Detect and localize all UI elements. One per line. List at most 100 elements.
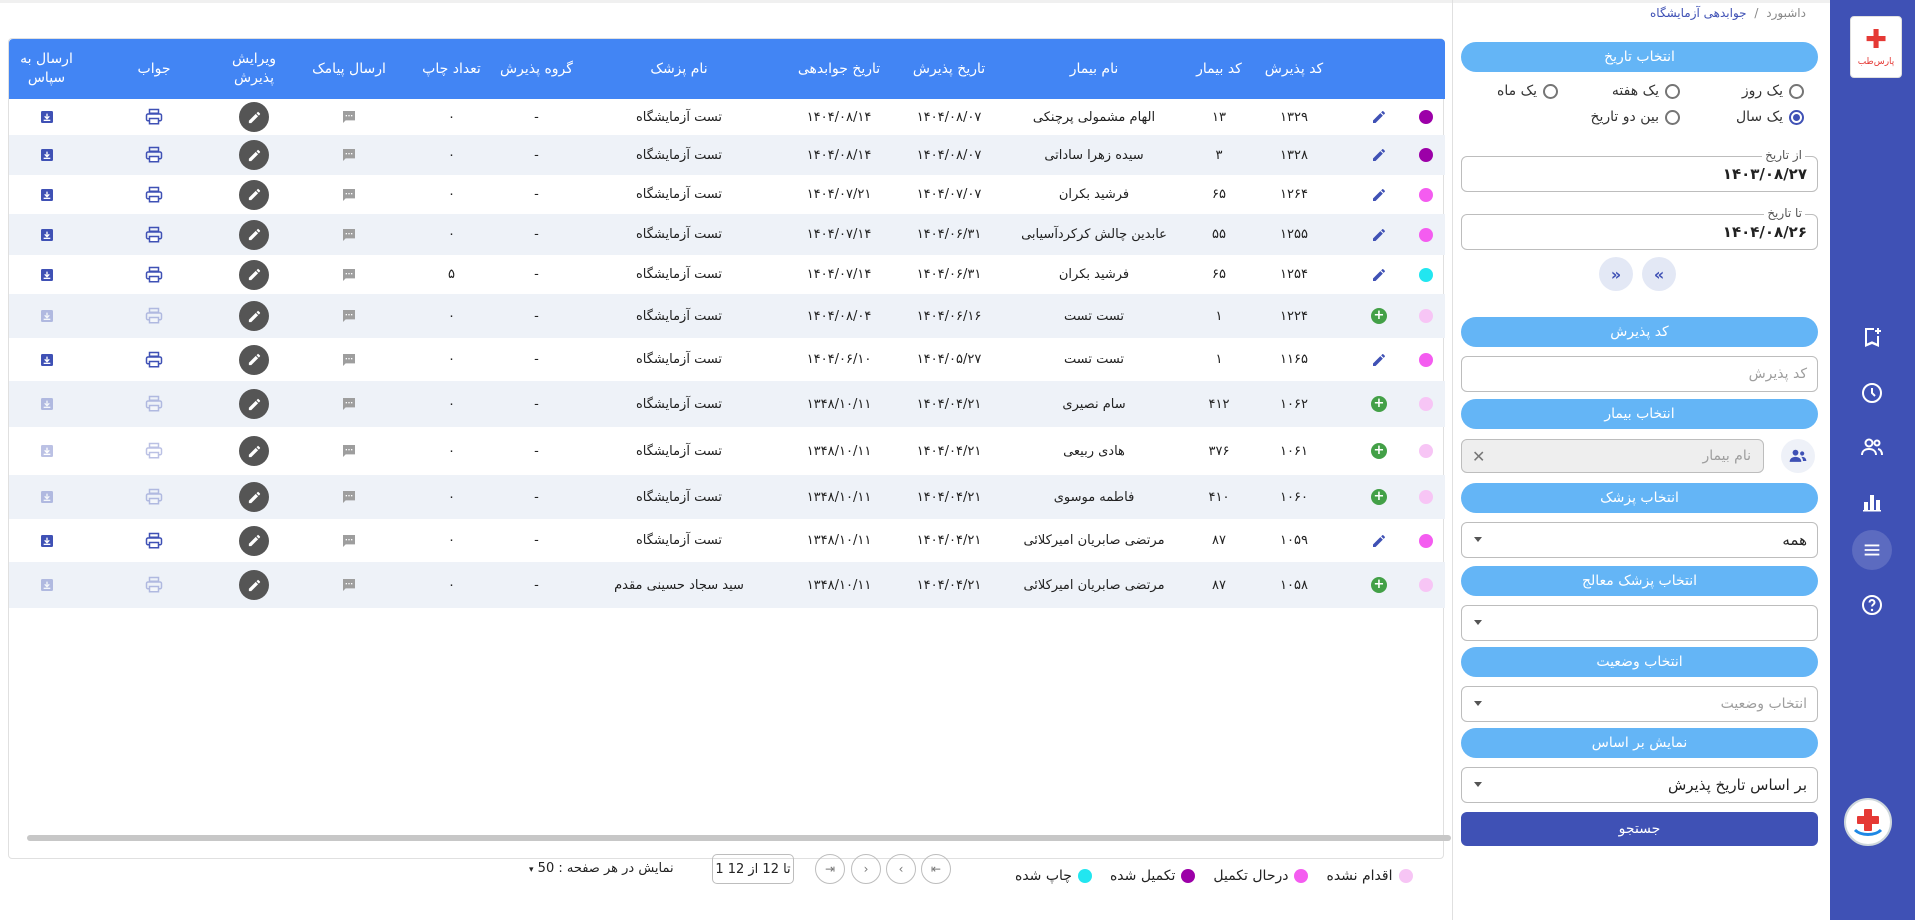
sms-icon[interactable]	[299, 294, 399, 338]
send-sepas-icon[interactable]	[9, 338, 84, 381]
last-page-icon[interactable]: ⇥	[815, 854, 845, 884]
table-row[interactable]: +۱۰۶۰ ۴۱۰ فاطمه موسوی ۱۴۰۴/۰۴/۲۱ ۱۳۴۸/۱۰/۱۱ ت…	[9, 475, 1445, 519]
edit-admission-button[interactable]	[214, 214, 294, 255]
radio-button[interactable]	[1789, 83, 1804, 99]
edit-admission-button[interactable]	[214, 519, 294, 562]
treating-doctor-select[interactable]	[1461, 605, 1818, 641]
first-page-icon[interactable]: ⇤	[921, 854, 951, 884]
edit-answer-icon[interactable]	[1354, 99, 1404, 135]
print-icon[interactable]	[99, 338, 209, 381]
date-prev-button[interactable]: «	[1642, 257, 1676, 291]
print-icon[interactable]	[99, 214, 209, 255]
menu-icon[interactable]	[1852, 530, 1892, 570]
plus-icon[interactable]: +	[1371, 443, 1387, 459]
table-row[interactable]: +۱۲۲۴ ۱ تست تست ۱۴۰۴/۰۶/۱۶ ۱۴۰۴/۰۸/۰۴ تست آزم…	[9, 294, 1445, 338]
send-sepas-icon[interactable]	[9, 427, 84, 475]
radio-between-dates[interactable]: بین دو تاریخ	[1590, 109, 1680, 125]
send-sepas-icon[interactable]	[9, 255, 84, 294]
pencil-icon[interactable]	[239, 570, 269, 600]
edit-admission-button[interactable]	[214, 427, 294, 475]
send-sepas-icon[interactable]	[9, 99, 84, 135]
date-next-button[interactable]: »	[1599, 257, 1633, 291]
edit-answer-icon[interactable]	[1354, 255, 1404, 294]
pencil-icon[interactable]	[239, 344, 269, 375]
print-icon[interactable]	[99, 562, 209, 608]
send-sepas-icon[interactable]	[9, 475, 84, 519]
header-patient-code[interactable]: کد بیمار	[1194, 39, 1244, 99]
breadcrumb-current[interactable]: جوابدهی آزمایشگاه	[1650, 6, 1747, 20]
breadcrumb-home[interactable]: داشبورد	[1766, 6, 1806, 20]
sms-icon[interactable]	[299, 135, 399, 175]
print-icon[interactable]	[99, 427, 209, 475]
table-row[interactable]: +۱۰۵۸ ۸۷ مرتضی صابریان امیرکلائی ۱۴۰۴/۰۴/۲۱…	[9, 562, 1445, 608]
pencil-icon[interactable]	[239, 179, 269, 210]
header-admission-group[interactable]: گروه پذیرش	[499, 39, 574, 99]
radio-button[interactable]	[1665, 83, 1680, 99]
header-admission-code[interactable]: کد پذیرش	[1249, 39, 1339, 99]
send-sepas-icon[interactable]	[9, 562, 84, 608]
patient-name-input[interactable]: نام بیمار ✕	[1461, 439, 1764, 473]
add-answer-icon[interactable]: +	[1354, 475, 1404, 519]
table-row[interactable]: ۱۰۵۹ ۸۷ مرتضی صابریان امیرکلائی ۱۴۰۴/۰۴/۲۱ ۱…	[9, 519, 1445, 562]
send-sepas-icon[interactable]	[9, 135, 84, 175]
radio-one-year[interactable]: یک سال	[1736, 109, 1804, 125]
select-patient-button[interactable]	[1781, 439, 1815, 473]
pencil-icon[interactable]	[239, 389, 269, 419]
pencil-icon[interactable]	[239, 301, 269, 331]
page-size-control[interactable]: نمایش در هر صفحه : 50 ▾	[529, 861, 674, 876]
print-icon[interactable]	[99, 519, 209, 562]
page-size-value[interactable]: 50	[538, 861, 555, 876]
table-row[interactable]: +۱۰۶۱ ۳۷۶ هادی ربیعی ۱۴۰۴/۰۴/۲۱ ۱۳۴۸/۱۰/۱۱ تس…	[9, 427, 1445, 475]
bar-chart-icon[interactable]	[1856, 486, 1888, 518]
clear-icon[interactable]: ✕	[1472, 447, 1485, 466]
add-answer-icon[interactable]: +	[1354, 427, 1404, 475]
print-icon[interactable]	[99, 99, 209, 135]
print-icon[interactable]	[99, 175, 209, 214]
edit-admission-button[interactable]	[214, 99, 294, 135]
pencil-icon[interactable]	[239, 436, 269, 466]
sms-icon[interactable]	[299, 175, 399, 214]
radio-button[interactable]	[1543, 83, 1558, 99]
edit-admission-button[interactable]	[214, 562, 294, 608]
search-button[interactable]: جستجو	[1461, 812, 1818, 846]
edit-answer-icon[interactable]	[1354, 214, 1404, 255]
header-answer-date[interactable]: تاریخ جوابدهی	[779, 39, 899, 99]
send-sepas-icon[interactable]	[9, 175, 84, 214]
edit-admission-button[interactable]	[214, 255, 294, 294]
print-icon[interactable]	[99, 475, 209, 519]
table-row[interactable]: ۱۳۲۸ ۳ سیده زهرا ساداتی ۱۴۰۴/۰۸/۰۷ ۱۴۰۴/۰۸/۱…	[9, 135, 1445, 175]
header-patient-name[interactable]: نام بیمار	[999, 39, 1189, 99]
edit-admission-button[interactable]	[214, 175, 294, 214]
edit-answer-icon[interactable]	[1354, 175, 1404, 214]
sms-icon[interactable]	[299, 562, 399, 608]
edit-admission-button[interactable]	[214, 135, 294, 175]
to-date-field[interactable]: تا تاریخ ۱۴۰۴/۰۸/۲۶	[1461, 206, 1818, 250]
sms-icon[interactable]	[299, 214, 399, 255]
pencil-icon[interactable]	[239, 102, 269, 132]
radio-button[interactable]	[1665, 109, 1680, 125]
table-row[interactable]: ۱۲۵۴ ۶۵ فرشید بکران ۱۴۰۴/۰۶/۳۱ ۱۴۰۴/۰۷/۱۴ تست…	[9, 255, 1445, 294]
edit-answer-icon[interactable]	[1354, 338, 1404, 381]
pencil-icon[interactable]	[239, 140, 269, 170]
status-select[interactable]: انتخاب وضعیت	[1461, 686, 1818, 722]
table-row[interactable]: ۱۱۶۵ ۱ تست تست ۱۴۰۴/۰۵/۲۷ ۱۴۰۴/۰۶/۱۰ تست آزما…	[9, 338, 1445, 381]
send-sepas-icon[interactable]	[9, 214, 84, 255]
radio-button-selected[interactable]	[1789, 109, 1804, 125]
from-date-field[interactable]: از تاریخ ۱۴۰۳/۰۸/۲۷	[1461, 148, 1818, 192]
sms-icon[interactable]	[299, 338, 399, 381]
print-icon[interactable]	[99, 381, 209, 427]
print-icon[interactable]	[99, 135, 209, 175]
plus-icon[interactable]: +	[1371, 489, 1387, 505]
add-answer-icon[interactable]: +	[1354, 381, 1404, 427]
admission-code-input[interactable]: کد پذیرش	[1461, 356, 1818, 392]
table-row[interactable]: ۱۳۲۹ ۱۳ الهام مشمولی پرچنکی ۱۴۰۴/۰۸/۰۷ ۱۴۰۴/…	[9, 99, 1445, 135]
pencil-icon[interactable]	[239, 259, 269, 290]
table-row[interactable]: +۱۰۶۲ ۴۱۲ سام نصیری ۱۴۰۴/۰۴/۲۱ ۱۳۴۸/۱۰/۱۱ تست…	[9, 381, 1445, 427]
doctor-select[interactable]: همه	[1461, 522, 1818, 558]
add-answer-icon[interactable]: +	[1354, 294, 1404, 338]
edit-answer-icon[interactable]	[1354, 519, 1404, 562]
print-icon[interactable]	[99, 294, 209, 338]
pencil-icon[interactable]	[239, 482, 269, 512]
edit-answer-icon[interactable]	[1354, 135, 1404, 175]
table-row[interactable]: ۱۲۵۵ ۵۵ عابدین چالش کرکردآسیابی ۱۴۰۴/۰۶/۳۱ ۱…	[9, 214, 1445, 255]
